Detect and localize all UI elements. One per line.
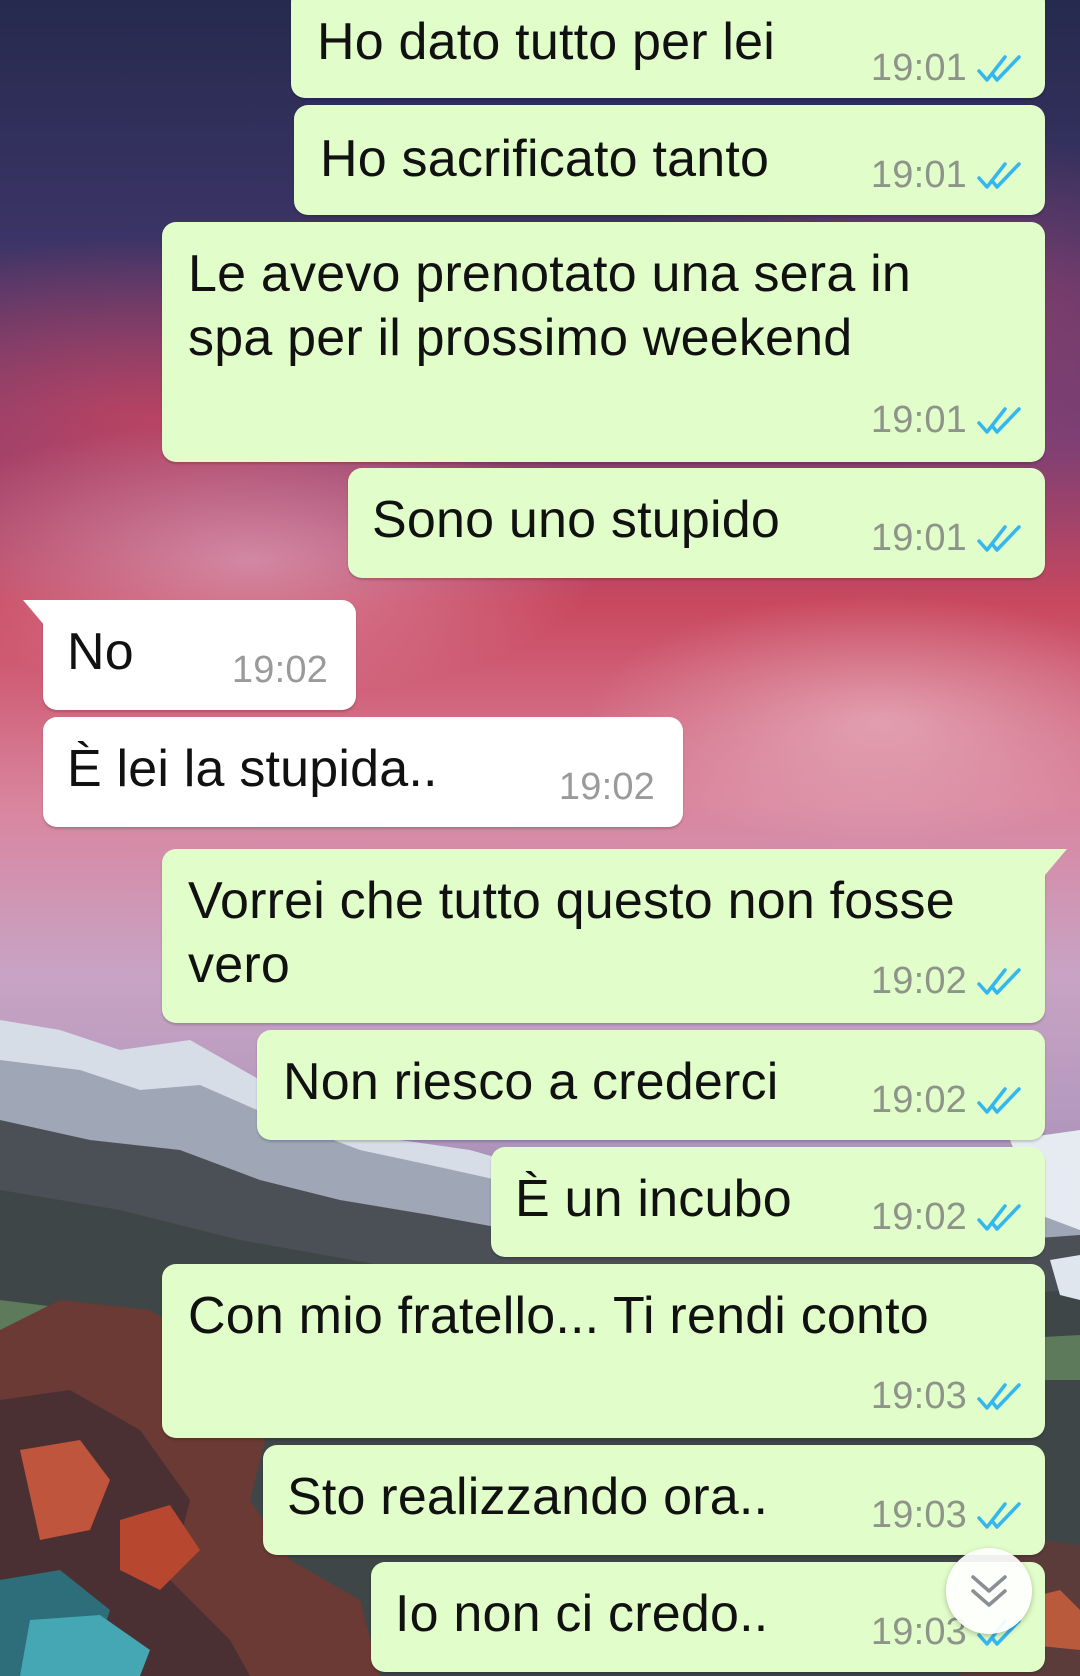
bubble-tail [1045, 849, 1067, 875]
message-meta: 19:02 [871, 961, 1023, 1001]
message-time: 19:02 [870, 1079, 967, 1121]
message-text: Non riesco a crederci [283, 1053, 779, 1111]
message-text: Ho dato tutto per lei [317, 13, 776, 71]
outgoing-message[interactable]: Non riesco a crederci 19:02 [257, 1030, 1045, 1140]
bubble-tail [23, 600, 45, 626]
message-time: 19:02 [558, 766, 655, 808]
read-receipt-icon [977, 1204, 1021, 1231]
message-time: 19:02 [870, 1196, 967, 1238]
message-text: È un incubo [515, 1170, 792, 1228]
message-meta: 19:02 [871, 1197, 1023, 1237]
read-receipt-icon [977, 525, 1021, 552]
incoming-message[interactable]: No 19:02 [23, 600, 356, 710]
message-time: 19:01 [870, 154, 967, 196]
outgoing-message[interactable]: Ho sacrificato tanto 19:01 [294, 105, 1045, 215]
outgoing-message[interactable]: Con mio fratello... Ti rendi conto 19:03 [162, 1264, 1045, 1438]
message-text: Sto realizzando ora.. [287, 1468, 769, 1526]
outgoing-message[interactable]: Sono uno stupido 19:01 [348, 468, 1045, 578]
message-time: 19:03 [870, 1494, 967, 1536]
message-meta: 19:02 [559, 767, 655, 807]
message-meta: 19:03 [871, 1495, 1023, 1535]
message-time: 19:02 [231, 649, 328, 691]
message-text: È lei la stupida.. [67, 740, 438, 798]
message-time: 19:01 [870, 517, 967, 559]
outgoing-message[interactable]: Sto realizzando ora.. 19:03 [263, 1445, 1045, 1555]
message-meta: 19:01 [871, 400, 1023, 440]
read-receipt-icon [977, 968, 1021, 995]
message-text: Sono uno stupido [372, 491, 780, 549]
read-receipt-icon [977, 1087, 1021, 1114]
message-text: Le avevo prenotato una sera in spa per i… [188, 245, 911, 367]
message-text: No [67, 623, 134, 681]
outgoing-message[interactable]: Io non ci credo.. 19:03 [371, 1562, 1045, 1672]
outgoing-message[interactable]: Ho dato tutto per lei 19:01 [291, 0, 1045, 98]
read-receipt-icon [977, 407, 1021, 434]
message-meta: 19:01 [871, 155, 1023, 195]
message-time: 19:01 [870, 47, 967, 89]
message-time: 19:03 [870, 1611, 967, 1653]
read-receipt-icon [977, 1383, 1021, 1410]
message-text: Ho sacrificato tanto [320, 130, 770, 188]
read-receipt-icon [977, 162, 1021, 189]
message-time: 19:03 [870, 1375, 967, 1417]
message-time: 19:02 [870, 960, 967, 1002]
outgoing-message[interactable]: Le avevo prenotato una sera in spa per i… [162, 222, 1045, 462]
scroll-to-bottom-button[interactable] [946, 1548, 1032, 1634]
incoming-message[interactable]: È lei la stupida.. 19:02 [43, 717, 683, 827]
message-text: Io non ci credo.. [395, 1585, 769, 1643]
double-chevron-down-icon [971, 1575, 1007, 1607]
message-meta: 19:02 [871, 1080, 1023, 1120]
message-list[interactable]: Ho dato tutto per lei 19:01 Ho sacrifica… [0, 0, 1080, 1676]
message-text: Vorrei che tutto questo non fosse vero [188, 872, 955, 994]
message-meta: 19:03 [871, 1376, 1023, 1416]
outgoing-message[interactable]: È un incubo 19:02 [491, 1147, 1045, 1257]
message-text: Con mio fratello... Ti rendi conto [188, 1287, 929, 1345]
message-meta: 19:02 [232, 650, 328, 690]
outgoing-message[interactable]: Vorrei che tutto questo non fosse vero 1… [162, 849, 1067, 1023]
read-receipt-icon [977, 1502, 1021, 1529]
message-meta: 19:01 [871, 48, 1023, 88]
read-receipt-icon [977, 55, 1021, 82]
message-time: 19:01 [870, 399, 967, 441]
message-meta: 19:01 [871, 518, 1023, 558]
